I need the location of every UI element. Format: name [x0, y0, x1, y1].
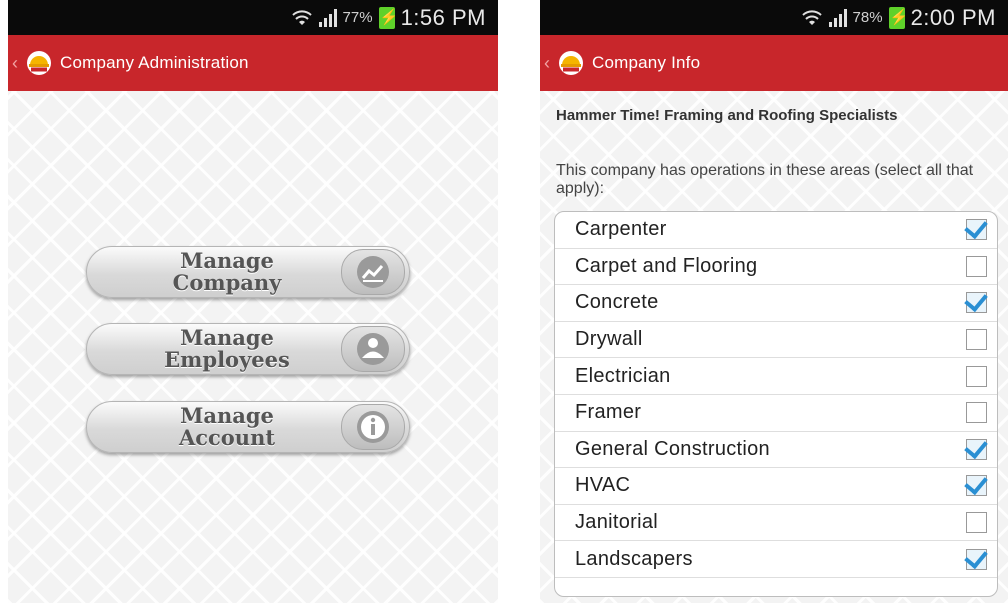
- chart-icon: [341, 249, 405, 295]
- checkbox[interactable]: [966, 365, 987, 387]
- checkbox[interactable]: [966, 255, 987, 277]
- list-item[interactable]: Carpenter: [555, 212, 997, 249]
- list-item-label: Landscapers: [575, 547, 693, 570]
- list-item[interactable]: Electrician: [555, 358, 997, 395]
- battery-percent: 78%: [852, 9, 883, 26]
- battery-charging-icon: [888, 6, 908, 29]
- hardhat-logo-icon[interactable]: [26, 50, 52, 76]
- list-item[interactable]: Drywall: [555, 322, 997, 359]
- chevron-left-icon[interactable]: ‹: [12, 53, 24, 74]
- hardhat-logo-icon[interactable]: [558, 50, 584, 76]
- list-item[interactable]: Landscapers: [555, 541, 997, 578]
- checkbox[interactable]: [966, 548, 987, 570]
- trade-checklist: Carpenter Carpet and Flooring Concrete Dryw…: [554, 211, 998, 597]
- manage-account-button[interactable]: Manage Account: [86, 401, 410, 453]
- list-item-label: Electrician: [575, 364, 671, 387]
- people-icon: [341, 326, 405, 372]
- button-label: Manage Company: [172, 248, 282, 295]
- checkbox[interactable]: [966, 292, 987, 314]
- list-item[interactable]: Framer: [555, 395, 997, 432]
- checkbox[interactable]: [966, 438, 987, 460]
- wifi-icon: [801, 9, 822, 25]
- clock: 2:00 PM: [910, 4, 996, 30]
- checkbox[interactable]: [966, 402, 987, 424]
- signal-icon: [828, 8, 847, 27]
- status-bar: 78% 2:00 PM: [540, 0, 1008, 35]
- instructions-text: This company has operations in these are…: [556, 162, 974, 197]
- checkbox[interactable]: [966, 219, 987, 241]
- list-item-label: Concrete: [575, 291, 659, 314]
- battery-percent: 77%: [342, 9, 373, 26]
- info-icon: [341, 404, 405, 450]
- company-administration-screen: 77% 1:56 PM ‹ Company Administration Man…: [8, 0, 498, 603]
- manage-employees-button[interactable]: Manage Employees: [86, 323, 410, 375]
- list-item[interactable]: HVAC: [555, 468, 997, 505]
- action-bar[interactable]: ‹ Company Administration: [8, 35, 498, 91]
- page-title: Company Administration: [60, 53, 249, 72]
- company-info-screen: 78% 2:00 PM ‹ Company Info Hammer Time! …: [540, 0, 1008, 603]
- action-bar[interactable]: ‹ Company Info: [540, 35, 1008, 91]
- list-item-label: Carpet and Flooring: [575, 254, 758, 277]
- list-item-label: Carpenter: [575, 218, 667, 241]
- checkbox[interactable]: [966, 475, 987, 497]
- list-item[interactable]: Janitorial: [555, 505, 997, 542]
- clock: 1:56 PM: [400, 4, 486, 30]
- list-item[interactable]: General Construction: [555, 432, 997, 469]
- list-item[interactable]: Concrete: [555, 285, 997, 322]
- list-item-label: Janitorial: [575, 511, 659, 534]
- wifi-icon: [291, 9, 312, 25]
- chevron-left-icon[interactable]: ‹: [544, 53, 556, 74]
- signal-icon: [318, 8, 337, 27]
- checkbox[interactable]: [966, 329, 987, 351]
- list-item-label: HVAC: [575, 474, 631, 497]
- checkbox[interactable]: [966, 512, 987, 534]
- list-item-label: Drywall: [575, 328, 643, 351]
- list-item[interactable]: Carpet and Flooring: [555, 249, 997, 286]
- button-label: Manage Employees: [164, 325, 290, 372]
- manage-company-button[interactable]: Manage Company: [86, 246, 410, 298]
- page-title: Company Info: [592, 53, 701, 72]
- list-item-label: Framer: [575, 401, 642, 424]
- list-item-label: General Construction: [575, 437, 770, 460]
- company-name: Hammer Time! Framing and Roofing Special…: [556, 107, 898, 124]
- battery-charging-icon: [378, 6, 398, 29]
- status-bar: 77% 1:56 PM: [8, 0, 498, 35]
- button-label: Manage Account: [178, 403, 276, 450]
